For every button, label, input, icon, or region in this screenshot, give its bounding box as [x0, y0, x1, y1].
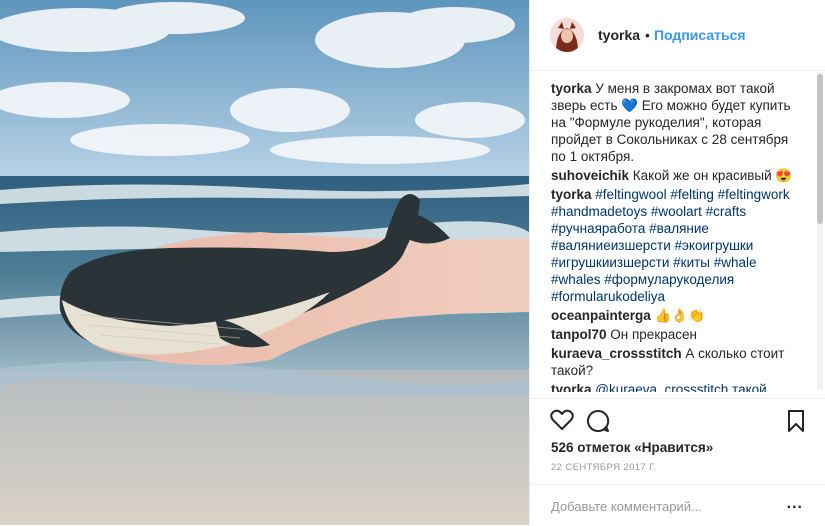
- comment-username[interactable]: tyorka: [551, 81, 592, 96]
- comment-username[interactable]: tyorka: [551, 382, 592, 392]
- comment-item: oceanpainterga 👍👌👏: [551, 307, 799, 324]
- post-header: tyorka • Подписаться: [530, 0, 825, 71]
- comment-item: tyorka @kuraeva_crossstitch такой 3500,: [551, 381, 799, 392]
- comment-item: suhoveichik Какой же он красивый 😍: [551, 167, 799, 184]
- comment-hashtags[interactable]: #feltingwool #felting #feltingwork #hand…: [551, 187, 790, 304]
- comments-list: tyorka У меня в закромах вот такой зверь…: [551, 80, 799, 392]
- comment-item: tyorka У меня в закромах вот такой зверь…: [551, 80, 799, 165]
- add-comment-bar: Добавьте комментарий... ...: [530, 484, 825, 526]
- likes-count[interactable]: 526 отметок «Нравится»: [551, 440, 713, 455]
- comment-username[interactable]: tanpol70: [551, 327, 607, 342]
- comment-item: tanpol70 Он прекрасен: [551, 326, 799, 343]
- post-photo[interactable]: [0, 0, 529, 525]
- bookmark-icon[interactable]: [788, 410, 804, 437]
- comment-text: Какой же он красивый 😍: [632, 168, 793, 183]
- header-separator: •: [645, 27, 650, 43]
- avatar[interactable]: [550, 18, 584, 52]
- comment-icon[interactable]: [586, 409, 610, 438]
- heart-icon[interactable]: [550, 409, 574, 436]
- post-sidebar: tyorka • Подписаться tyorka У меня в зак…: [529, 0, 825, 525]
- header-username[interactable]: tyorka: [598, 27, 640, 43]
- whale-photo-image: [0, 0, 529, 525]
- comment-username[interactable]: oceanpainterga: [551, 308, 651, 323]
- comment-username[interactable]: suhoveichik: [551, 168, 629, 183]
- add-comment-input[interactable]: Добавьте комментарий...: [551, 499, 702, 514]
- comments-scrollbar[interactable]: [817, 72, 823, 390]
- comment-text: Он прекрасен: [610, 327, 697, 342]
- comment-username[interactable]: tyorka: [551, 187, 592, 202]
- comment-item: tyorka #feltingwool #felting #feltingwor…: [551, 186, 799, 305]
- follow-button[interactable]: Подписаться: [654, 27, 746, 43]
- post-date: 22 СЕНТЯБРЯ 2017 Г.: [551, 462, 657, 473]
- more-options-button[interactable]: ...: [787, 495, 803, 513]
- comment-item: kuraeva_crossstitch А сколько стоит тако…: [551, 345, 799, 379]
- comment-username[interactable]: kuraeva_crossstitch: [551, 346, 682, 361]
- action-bar: [530, 398, 825, 443]
- comment-text: 👍👌👏: [654, 308, 705, 323]
- scrollbar-thumb[interactable]: [817, 74, 823, 224]
